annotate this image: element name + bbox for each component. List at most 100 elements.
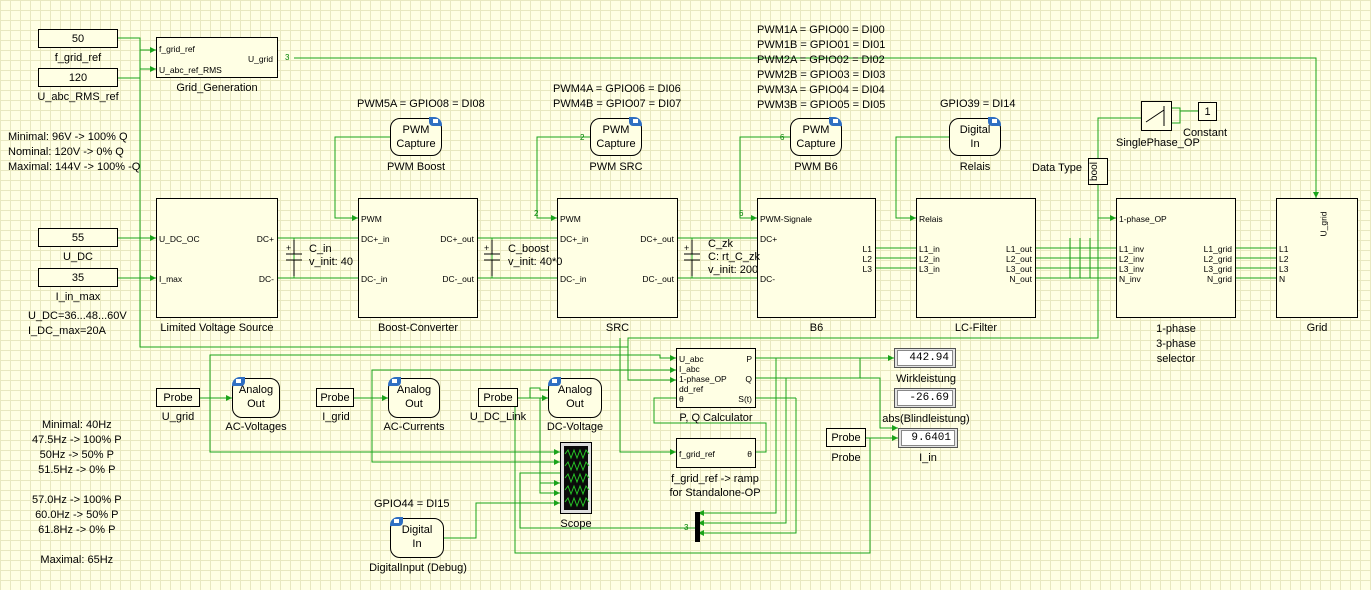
single-phase-op-switch[interactable] — [1141, 101, 1172, 131]
boost-converter-label: Boost-Converter — [377, 322, 459, 334]
digital-input-debug-label: DigitalInput (Debug) — [369, 562, 467, 574]
b6-block[interactable]: PWM-Signale DC+ DC- L1 L2 L3 — [757, 198, 876, 318]
src-block[interactable]: PWM DC+_in DC-_in DC+_out DC-_out — [557, 198, 678, 318]
i-in-display: 9.6401 — [898, 428, 958, 448]
grid-generation-block[interactable]: f_grid_ref U_abc_ref_RMS U_grid — [156, 37, 278, 78]
port-theta: θ — [679, 394, 684, 404]
constant-f-grid-ref[interactable]: 50 — [38, 29, 118, 48]
scope-screen — [564, 446, 590, 510]
port-dc-plus-out: DC+_out — [440, 234, 474, 244]
probe-u-grid-label: U_grid — [161, 411, 195, 423]
port-l2: L2 — [862, 254, 872, 264]
signal-width-3: 3 — [285, 53, 290, 62]
port-n-grid: N_grid — [1206, 274, 1232, 284]
port-pwm: PWM — [560, 214, 581, 224]
port-l3-grid: L3_grid — [1203, 264, 1232, 274]
gpio-boost-note: PWM5A = GPIO08 = DI08 — [357, 98, 485, 110]
port-l1: L1 — [862, 244, 872, 254]
port-l3: L3 — [862, 264, 872, 274]
port-n: N — [1279, 274, 1286, 284]
constant-block[interactable]: 1 — [1198, 102, 1217, 121]
hardware-icon — [232, 377, 245, 386]
pwm-src-label: PWM SRC — [589, 161, 643, 173]
port-pwm-signale: PWM-Signale — [760, 214, 812, 224]
capacitor-c-boost-label: C_boost v_init: 40*0 — [508, 243, 563, 268]
port-p: P — [746, 354, 752, 364]
port-theta: θ — [747, 449, 752, 459]
port-1-phase-op: 1-phase_OP — [679, 374, 727, 384]
port-n-inv: N_inv — [1119, 274, 1141, 284]
port-dd-ref: dd_ref — [679, 384, 704, 394]
signal-width-6: 6 — [739, 209, 744, 218]
constant-u-abc-rms-ref[interactable]: 120 — [38, 68, 118, 87]
port-i-max: I_max — [159, 274, 183, 284]
port-l3-out: L3_out — [1006, 264, 1032, 274]
probe-u-dc-link[interactable]: Probe — [478, 388, 518, 407]
pq-calculator-label: P, Q Calculator — [679, 412, 753, 424]
ac-currents-label: AC-Currents — [383, 421, 445, 433]
port-dc-plus-in: DC+_in — [361, 234, 390, 244]
label-f-grid-ref: f_grid_ref — [54, 52, 102, 64]
label-u-dc: U_DC — [63, 251, 93, 263]
src-label: SRC — [605, 322, 630, 334]
port-dc-plus-in: DC+_in — [560, 234, 589, 244]
svg-text:+: + — [684, 243, 689, 253]
probe-i-in[interactable]: Probe — [826, 428, 866, 447]
ramp-label: f_grid_ref -> ramp for Standalone-OP — [669, 473, 761, 499]
svg-text:+: + — [484, 243, 489, 253]
port-1-phase-op: 1-phase_OP — [1119, 214, 1167, 224]
port-dc-minus-out: DC-_out — [442, 274, 474, 284]
mux-bar[interactable] — [695, 512, 700, 542]
hardware-icon — [390, 517, 403, 526]
label-u-abc-rms-ref: U_abc_RMS_ref — [37, 91, 119, 103]
dc-limits-note: U_DC=36...48...60V I_DC_max=20A — [28, 310, 127, 337]
wirkleistung-label: Wirkleistung — [896, 373, 956, 385]
port-u-grid: U_grid — [1318, 211, 1329, 237]
port-dc-plus: DC+ — [760, 234, 778, 244]
data-type-bool-block[interactable]: bool — [1088, 158, 1108, 185]
ramp-block[interactable]: f_grid_ref θ — [676, 438, 756, 468]
blindleistung-label: abs(Blindleistung) — [882, 413, 970, 425]
grid-block[interactable]: U_grid L1 L2 L3 N — [1276, 198, 1358, 318]
i-in-label: I_in — [919, 452, 937, 464]
wirkleistung-display: 442.94 — [894, 348, 956, 368]
probe-i-grid[interactable]: Probe — [316, 388, 354, 407]
port-l3-inv: L3_inv — [1119, 264, 1145, 274]
port-f-grid-ref: f_grid_ref — [679, 449, 715, 459]
capacitor-c-boost-icon: + — [484, 240, 500, 276]
probe-i-grid-label: I_grid — [322, 411, 350, 423]
grid-generation-label: Grid_Generation — [176, 82, 258, 94]
boost-converter-block[interactable]: PWM DC+_in DC-_in DC+_out DC-_out — [358, 198, 478, 318]
constant-i-in-max[interactable]: 35 — [38, 268, 118, 287]
hardware-icon — [548, 377, 561, 386]
port-u-abc-ref-rms: U_abc_ref_RMS — [159, 65, 222, 75]
port-u-grid: U_grid — [247, 54, 273, 64]
capacitor-c-zk-label: C_zk C: rt_C_zk v_init: 200 — [708, 238, 760, 276]
constant-u-dc[interactable]: 55 — [38, 228, 118, 247]
bool-text: bool — [1088, 162, 1100, 181]
scope-waveform-icon — [564, 448, 590, 508]
hardware-icon — [388, 377, 401, 386]
probe-u-grid[interactable]: Probe — [156, 388, 200, 407]
port-u-dc-oc: U_DC_OC — [159, 234, 200, 244]
port-l1-out: L1_out — [1006, 244, 1032, 254]
port-dc-plus: DC+ — [256, 234, 274, 244]
lc-filter-block[interactable]: Relais L1_in L2_in L3_in L1_out L2_out L… — [916, 198, 1036, 318]
dc-voltage-label: DC-Voltage — [546, 421, 604, 433]
phase-selector-label: 1-phase 3-phase selector — [1156, 323, 1196, 365]
scope-label: Scope — [560, 518, 592, 530]
port-l1-grid: L1_grid — [1203, 244, 1232, 254]
limited-voltage-source-block[interactable]: U_DC_OC I_max DC+ DC- — [156, 198, 278, 318]
port-l3-in: L3_in — [919, 264, 940, 274]
port-l2-grid: L2_grid — [1203, 254, 1232, 264]
port-l2-in: L2_in — [919, 254, 940, 264]
relais-label: Relais — [959, 161, 991, 173]
gpio-b6-note: PWM1A = GPIO00 = DI00 PWM1B = GPIO01 = D… — [757, 24, 886, 111]
frequency-limits-note: Minimal: 40Hz 47.5Hz -> 100% P 50Hz -> 5… — [32, 419, 122, 566]
scope-block[interactable] — [560, 442, 592, 514]
phase-selector-block[interactable]: 1-phase_OP L1_inv L2_inv L3_inv N_inv L1… — [1116, 198, 1236, 318]
capacitor-c-in-icon: + — [286, 240, 302, 276]
pq-calculator-block[interactable]: U_abc I_abc 1-phase_OP dd_ref θ P Q S(t) — [676, 348, 756, 408]
blindleistung-display: -26.69 — [894, 388, 956, 408]
voltage-limits-note: Minimal: 96V -> 100% Q Nominal: 120V -> … — [8, 131, 141, 173]
